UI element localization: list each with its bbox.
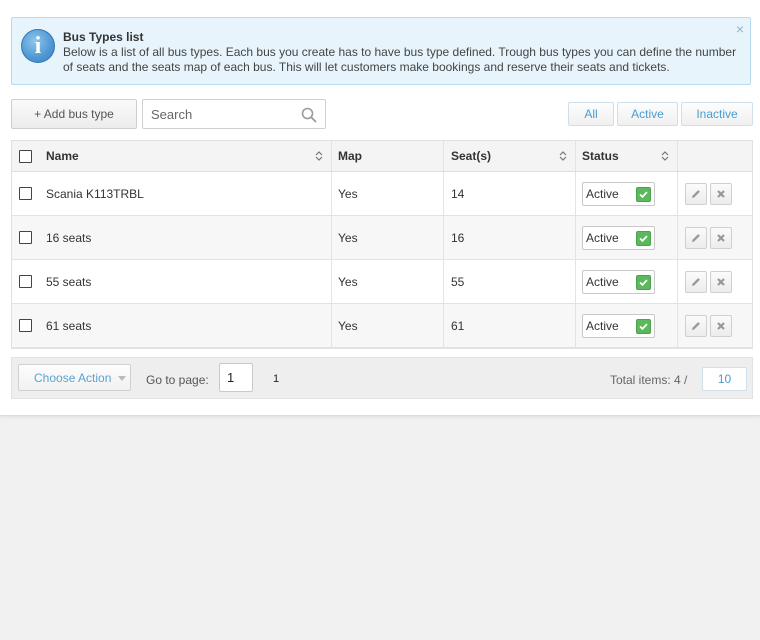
check-icon [636,274,651,290]
status-select[interactable]: Active [582,225,655,250]
select-all-cell [12,141,39,171]
edit-button[interactable] [685,182,707,205]
row-checkbox-cell [12,216,39,259]
cell-status: Active [576,260,678,303]
cell-status: Active [576,216,678,259]
edit-button[interactable] [685,270,707,293]
info-title: Bus Types list [63,30,144,44]
search-input[interactable] [149,101,299,127]
search-box [142,99,326,129]
delete-button[interactable] [710,226,732,249]
row-checkbox[interactable] [19,231,32,244]
bus-types-table: Name Map Seat(s) Status Scania K113TRBL … [11,140,753,349]
cell-actions [678,172,754,215]
close-icon [717,321,725,330]
filter-active-button[interactable]: Active [617,102,678,126]
page-number[interactable]: 1 [273,373,279,385]
column-header-name-label: Name [46,149,79,163]
sort-icon [661,151,669,161]
cell-actions [678,304,754,347]
goto-page-label: Go to page: [146,373,209,387]
sort-icon [559,151,567,161]
close-icon [717,277,725,286]
choose-action-dropdown[interactable]: Choose Action [18,364,131,391]
column-header-map: Map [332,141,444,171]
close-icon[interactable]: × [736,22,744,36]
cell-actions [678,260,754,303]
total-items-label: Total items: 4 / [610,373,688,387]
cell-name: 55 seats [39,260,332,303]
table-row: 61 seats Yes 61 Active [12,304,752,348]
cell-name: 61 seats [39,304,332,347]
edit-button[interactable] [685,314,707,337]
check-icon [636,318,651,334]
table-row: Scania K113TRBL Yes 14 Active [12,172,752,216]
close-icon [717,233,725,242]
select-all-checkbox[interactable] [19,149,32,163]
column-header-status[interactable]: Status [576,141,678,171]
pencil-icon [692,189,700,198]
sort-icon [315,151,323,161]
status-label: Active [586,230,619,245]
cell-seats: 55 [444,260,576,303]
status-label: Active [586,186,619,201]
cell-seats: 14 [444,172,576,215]
table-row: 16 seats Yes 16 Active [12,216,752,260]
cell-map: Yes [332,216,444,259]
column-header-map-label: Map [338,149,362,163]
row-checkbox-cell [12,172,39,215]
pencil-icon [692,277,700,286]
goto-page-input[interactable] [219,363,253,392]
cell-map: Yes [332,304,444,347]
status-select[interactable]: Active [582,181,655,206]
column-header-status-label: Status [582,149,619,163]
info-box: i Bus Types list Below is a list of all … [11,17,751,85]
items-per-page-button[interactable]: 10 [702,367,747,391]
cell-map: Yes [332,260,444,303]
cell-status: Active [576,304,678,347]
cell-map: Yes [332,172,444,215]
pencil-icon [692,233,700,242]
row-checkbox[interactable] [19,187,32,200]
column-header-seats-label: Seat(s) [451,149,492,163]
status-select[interactable]: Active [582,269,655,294]
chevron-down-icon [118,376,126,381]
pencil-icon [692,321,700,330]
row-checkbox[interactable] [19,275,32,288]
search-icon[interactable] [301,107,317,123]
delete-button[interactable] [710,270,732,293]
filter-all-button[interactable]: All [568,102,614,126]
cell-seats: 61 [444,304,576,347]
check-icon [636,186,651,202]
table-header: Name Map Seat(s) Status [12,141,752,172]
cell-actions [678,216,754,259]
main-panel: i Bus Types list Below is a list of all … [0,0,760,416]
delete-button[interactable] [710,182,732,205]
row-checkbox-cell [12,304,39,347]
column-header-actions [678,141,754,171]
info-icon: i [21,29,55,63]
cell-seats: 16 [444,216,576,259]
column-header-name[interactable]: Name [39,141,332,171]
cell-name: 16 seats [39,216,332,259]
choose-action-label: Choose Action [34,370,112,385]
check-icon [636,230,651,246]
cell-status: Active [576,172,678,215]
status-select[interactable]: Active [582,313,655,338]
column-header-seats[interactable]: Seat(s) [444,141,576,171]
close-icon [717,189,725,198]
status-label: Active [586,274,619,289]
filter-inactive-button[interactable]: Inactive [681,102,753,126]
row-checkbox-cell [12,260,39,303]
status-label: Active [586,318,619,333]
table-footer: Choose Action Go to page: 1 Total items:… [11,357,753,399]
row-checkbox[interactable] [19,319,32,332]
delete-button[interactable] [710,314,732,337]
cell-name: Scania K113TRBL [39,172,332,215]
table-row: 55 seats Yes 55 Active [12,260,752,304]
info-text: Below is a list of all bus types. Each b… [63,45,737,74]
add-bus-type-button[interactable]: + Add bus type [11,99,137,129]
edit-button[interactable] [685,226,707,249]
